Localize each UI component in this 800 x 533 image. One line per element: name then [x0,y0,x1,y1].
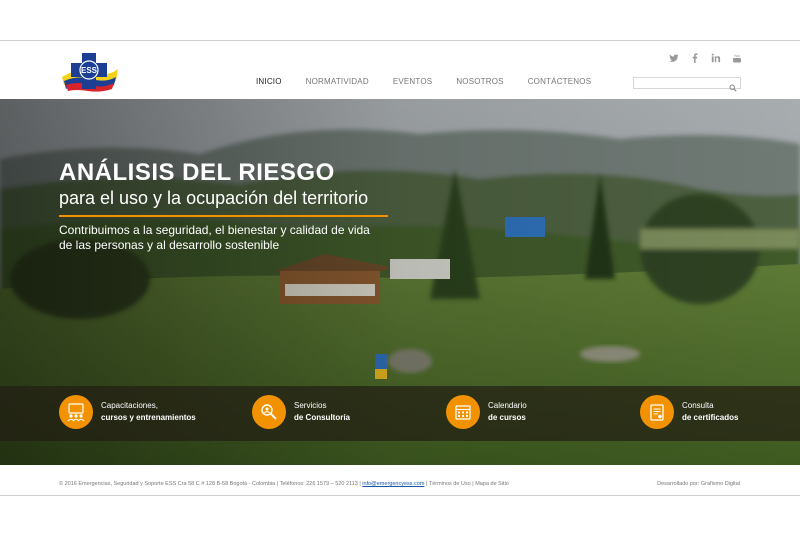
nav-item-inicio[interactable]: INICIO [256,77,282,86]
footer-developer[interactable]: Desarrollado por: Grafismo Digital [657,481,740,487]
search-input[interactable] [634,84,726,95]
service-certificates[interactable]: Consulta de certificados [640,395,738,429]
ess-logo[interactable]: ESS [58,51,120,93]
consulting-icon [252,395,286,429]
service-consulting[interactable]: Servicios de Consultoría [252,395,350,429]
service-calendar-line1: Calendario [488,401,527,410]
nav-item-normatividad[interactable]: NORMATIVIDAD [306,77,369,86]
social-links: You [669,53,742,63]
linkedin-icon[interactable] [711,53,721,63]
hero-subtitle: para el uso y la ocupación del territori… [59,188,369,208]
nav-item-contactenos[interactable]: CONTÁCTENOS [528,77,592,86]
facebook-icon[interactable] [690,53,700,63]
site-header: ESS INICIO NORMATIVIDAD EVENTOS NOSOTROS… [0,41,800,99]
hero-title: ANÁLISIS DEL RIESGO [59,159,335,186]
service-certificates-line1: Consulta [682,401,714,410]
hero-divider [59,215,388,217]
calendar-icon [446,395,480,429]
service-calendar-line2: de cursos [488,413,526,422]
nav-item-nosotros[interactable]: NOSOTROS [456,77,503,86]
service-training[interactable]: Capacitaciones, cursos y entrenamientos [59,395,196,429]
site-footer: © 2016 Emergencias, Seguridad y Soporte … [0,476,800,495]
logo-text: ESS [81,66,98,75]
service-consulting-line1: Servicios [294,401,327,410]
footer-terms-link[interactable]: Términos de Uso [429,481,471,487]
search-box [633,77,741,95]
main-nav: INICIO NORMATIVIDAD EVENTOS NOSOTROS CON… [256,77,615,86]
hero-banner: ANÁLISIS DEL RIESGO para el uso y la ocu… [0,99,800,465]
footer-sitemap-link[interactable]: Mapa de Sitio [475,481,509,487]
footer-email-link[interactable]: info@emergencyess.com [362,481,424,487]
youtube-icon[interactable]: You [732,53,742,63]
twitter-icon[interactable] [669,53,679,63]
svg-text:You: You [734,53,741,58]
search-icon[interactable] [729,79,737,97]
hero-description: Contribuimos a la seguridad, el bienesta… [59,223,370,252]
page-frame: ESS INICIO NORMATIVIDAD EVENTOS NOSOTROS… [0,40,800,496]
nav-item-eventos[interactable]: EVENTOS [393,77,433,86]
service-calendar[interactable]: Calendario de cursos [446,395,527,429]
services-bar: Capacitaciones, cursos y entrenamientos S… [0,386,800,441]
training-icon [59,395,93,429]
service-consulting-line2: de Consultoría [294,413,351,422]
service-training-line2: cursos y entrenamientos [101,413,196,422]
footer-copyright: © 2016 Emergencias, Seguridad y Soporte … [59,481,361,487]
service-certificates-line2: de certificados [682,413,739,422]
certificate-icon [640,395,674,429]
service-training-line1: Capacitaciones, [101,401,158,410]
